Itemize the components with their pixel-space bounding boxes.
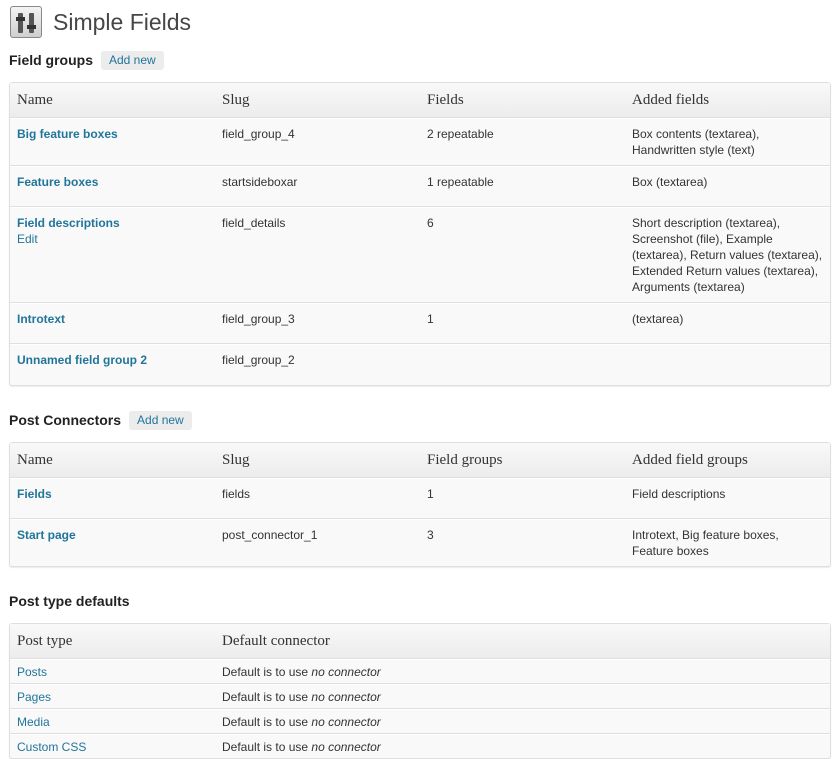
add-new-post-connector-button[interactable]: Add new [129, 410, 192, 430]
field-group-name-link[interactable]: Field descriptions [17, 216, 120, 230]
field-group-name-link[interactable]: Unnamed field group 2 [17, 353, 147, 367]
column-header-field-groups: Field groups [420, 443, 625, 478]
column-header-added-fields: Added fields [625, 83, 830, 118]
post-type-link[interactable]: Custom CSS [17, 740, 86, 754]
table-row: Field descriptions Edit field_details 6 … [10, 207, 830, 303]
add-new-field-group-button[interactable]: Add new [101, 50, 164, 70]
default-value: no connector [311, 665, 381, 679]
default-prefix: Default is to use [222, 715, 309, 729]
table-row: Fields fields 1 Field descriptions [10, 478, 830, 519]
post-type-defaults-heading: Post type defaults [9, 593, 130, 609]
column-header-name: Name [10, 83, 215, 118]
post-type-link[interactable]: Posts [17, 665, 47, 679]
default-connector-cell: Default is to use no connector [215, 659, 830, 684]
field-group-slug: field_group_2 [215, 344, 420, 385]
post-connector-slug: post_connector_1 [215, 519, 420, 566]
column-header-default-connector: Default connector [215, 624, 830, 659]
post-connectors-heading: Post Connectors [9, 412, 122, 428]
field-group-fields-count: 1 [420, 303, 625, 344]
field-groups-heading: Field groups [9, 52, 93, 68]
field-group-fields-count: 1 repeatable [420, 166, 625, 207]
post-connectors-table: Name Slug Field groups Added field group… [9, 442, 831, 567]
field-group-added-fields [625, 344, 830, 385]
table-row: Feature boxes startsideboxar 1 repeatabl… [10, 166, 830, 207]
table-row: Start page post_connector_1 3 Introtext,… [10, 519, 830, 566]
default-connector-cell: Default is to use no connector [215, 709, 830, 734]
field-group-slug: field_details [215, 207, 420, 303]
column-header-fields: Fields [420, 83, 625, 118]
column-header-slug: Slug [215, 443, 420, 478]
field-group-fields-count [420, 344, 625, 385]
field-groups-table: Name Slug Fields Added fields Big featur… [9, 82, 831, 386]
simple-fields-sliders-icon [10, 6, 42, 38]
table-row: Introtext field_group_3 1 (textarea) [10, 303, 830, 344]
post-type-link[interactable]: Pages [17, 690, 51, 704]
title-row: Simple Fields [9, 0, 831, 44]
column-header-slug: Slug [215, 83, 420, 118]
column-header-post-type: Post type [10, 624, 215, 659]
post-connectors-header: Post Connectors Add new [9, 406, 831, 434]
default-value: no connector [311, 690, 381, 704]
field-group-fields-count: 6 [420, 207, 625, 303]
table-row: Media Default is to use no connector [10, 709, 830, 734]
post-type-defaults-header: Post type defaults [9, 587, 831, 615]
column-header-added-field-groups: Added field groups [625, 443, 830, 478]
page: Simple Fields Field groups Add new Name … [0, 0, 831, 759]
table-header-row: Name Slug Fields Added fields [10, 83, 830, 118]
table-row: Posts Default is to use no connector [10, 659, 830, 684]
page-title: Simple Fields [53, 8, 192, 35]
field-group-name-link[interactable]: Introtext [17, 312, 65, 326]
column-header-name: Name [10, 443, 215, 478]
edit-link[interactable]: Edit [17, 232, 38, 246]
field-group-added-fields: Box (textarea) [625, 166, 830, 207]
default-value: no connector [311, 715, 381, 729]
default-connector-cell: Default is to use no connector [215, 684, 830, 709]
post-connector-added-groups: Field descriptions [625, 478, 830, 519]
post-connector-name-link[interactable]: Start page [17, 528, 76, 542]
table-row: Custom CSS Default is to use no connecto… [10, 734, 830, 758]
field-group-name-link[interactable]: Big feature boxes [17, 127, 118, 141]
default-value: no connector [311, 740, 381, 754]
table-row: Pages Default is to use no connector [10, 684, 830, 709]
post-connector-added-groups: Introtext, Big feature boxes, Feature bo… [625, 519, 830, 566]
post-type-defaults-table: Post type Default connector Posts Defaul… [9, 623, 831, 759]
field-group-slug: startsideboxar [215, 166, 420, 207]
field-group-name-link[interactable]: Feature boxes [17, 175, 98, 189]
field-group-added-fields: Short description (textarea), Screenshot… [625, 207, 830, 303]
table-row: Big feature boxes field_group_4 2 repeat… [10, 118, 830, 166]
table-header-row: Name Slug Field groups Added field group… [10, 443, 830, 478]
field-group-slug: field_group_3 [215, 303, 420, 344]
default-prefix: Default is to use [222, 665, 309, 679]
post-type-link[interactable]: Media [17, 715, 50, 729]
post-connector-slug: fields [215, 478, 420, 519]
default-connector-cell: Default is to use no connector [215, 734, 830, 758]
field-group-slug: field_group_4 [215, 118, 420, 166]
field-group-added-fields: Box contents (textarea), Handwritten sty… [625, 118, 830, 166]
field-group-fields-count: 2 repeatable [420, 118, 625, 166]
post-connector-field-group-count: 3 [420, 519, 625, 566]
post-connector-field-group-count: 1 [420, 478, 625, 519]
field-groups-header: Field groups Add new [9, 46, 831, 74]
table-row: Unnamed field group 2 field_group_2 [10, 344, 830, 385]
post-connector-name-link[interactable]: Fields [17, 487, 52, 501]
field-group-added-fields: (textarea) [625, 303, 830, 344]
default-prefix: Default is to use [222, 690, 309, 704]
default-prefix: Default is to use [222, 740, 309, 754]
table-header-row: Post type Default connector [10, 624, 830, 659]
